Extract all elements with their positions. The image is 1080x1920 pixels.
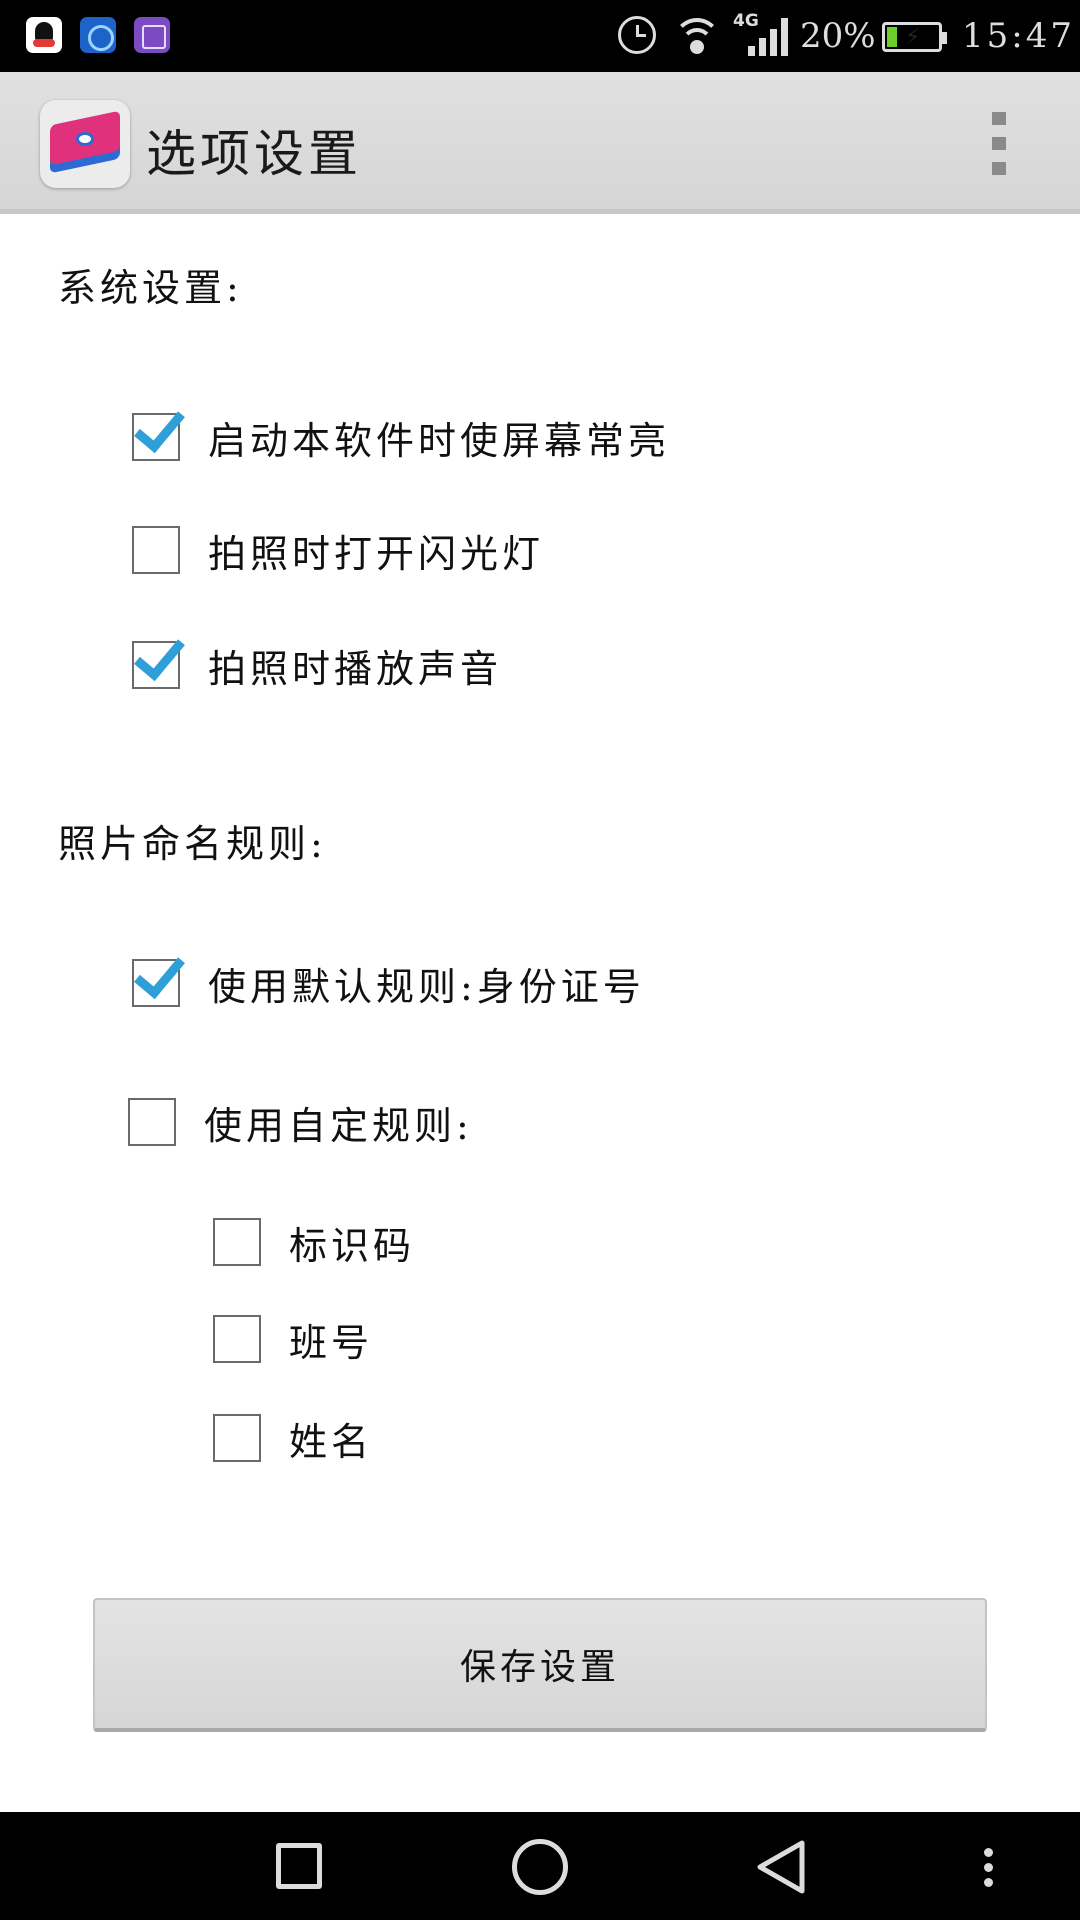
option-label: 标识码	[289, 1223, 416, 1268]
charging-bolt-icon: ⚡	[905, 25, 921, 50]
signal-icon	[748, 18, 790, 56]
battery-charging-icon: ⚡	[882, 22, 947, 52]
gallery-icon	[134, 17, 170, 53]
alarm-icon	[618, 16, 656, 54]
option-screen-on[interactable]: 启动本软件时使屏幕常亮	[132, 405, 670, 469]
custom-field-class-no[interactable]: 班号	[213, 1307, 373, 1371]
naming-rules-heading: 照片命名规则:	[58, 822, 327, 866]
option-default-rule[interactable]: 使用默认规则:身份证号	[132, 951, 645, 1015]
option-label: 使用默认规则:身份证号	[208, 964, 645, 1009]
recent-apps-icon[interactable]	[276, 1843, 322, 1889]
battery-percent: 20%	[800, 16, 876, 56]
action-bar: 选项设置	[0, 72, 1080, 214]
id-code-checkbox[interactable]	[213, 1218, 261, 1266]
custom-rule-checkbox[interactable]	[128, 1098, 176, 1146]
back-icon[interactable]	[754, 1840, 808, 1894]
option-label: 班号	[289, 1320, 374, 1365]
system-settings-heading: 系统设置:	[58, 266, 243, 310]
browser-icon	[80, 17, 116, 53]
flash-checkbox[interactable]	[132, 526, 180, 574]
app-logo-icon[interactable]	[40, 100, 130, 188]
qq-icon	[26, 17, 62, 53]
clock: 15:47	[962, 16, 1075, 56]
option-custom-rule[interactable]: 使用自定规则:	[128, 1090, 473, 1154]
default-rule-checkbox[interactable]	[132, 959, 180, 1007]
battery-fill	[887, 27, 897, 47]
option-flash[interactable]: 拍照时打开闪光灯	[132, 518, 544, 582]
option-label: 启动本软件时使屏幕常亮	[208, 418, 671, 463]
status-bar: 4G 20% ⚡ 15:47	[0, 0, 1080, 72]
save-settings-button[interactable]: 保存设置	[93, 1598, 987, 1732]
option-label: 拍照时播放声音	[208, 646, 503, 691]
wifi-icon	[672, 16, 722, 58]
option-shutter-sound[interactable]: 拍照时播放声音	[132, 633, 502, 697]
custom-field-id-code[interactable]: 标识码	[213, 1210, 415, 1274]
screen-on-checkbox[interactable]	[132, 413, 180, 461]
more-options-icon[interactable]	[984, 1848, 994, 1888]
name-checkbox[interactable]	[213, 1414, 261, 1462]
shutter-sound-checkbox[interactable]	[132, 641, 180, 689]
overflow-menu-icon[interactable]	[984, 112, 1012, 176]
class-no-checkbox[interactable]	[213, 1315, 261, 1363]
page-title: 选项设置	[146, 125, 362, 183]
option-label: 姓名	[289, 1419, 374, 1464]
option-label: 使用自定规则:	[204, 1103, 473, 1148]
home-icon[interactable]	[512, 1839, 568, 1895]
option-label: 拍照时打开闪光灯	[208, 531, 545, 576]
navigation-bar	[0, 1812, 1080, 1920]
custom-field-name[interactable]: 姓名	[213, 1406, 373, 1470]
